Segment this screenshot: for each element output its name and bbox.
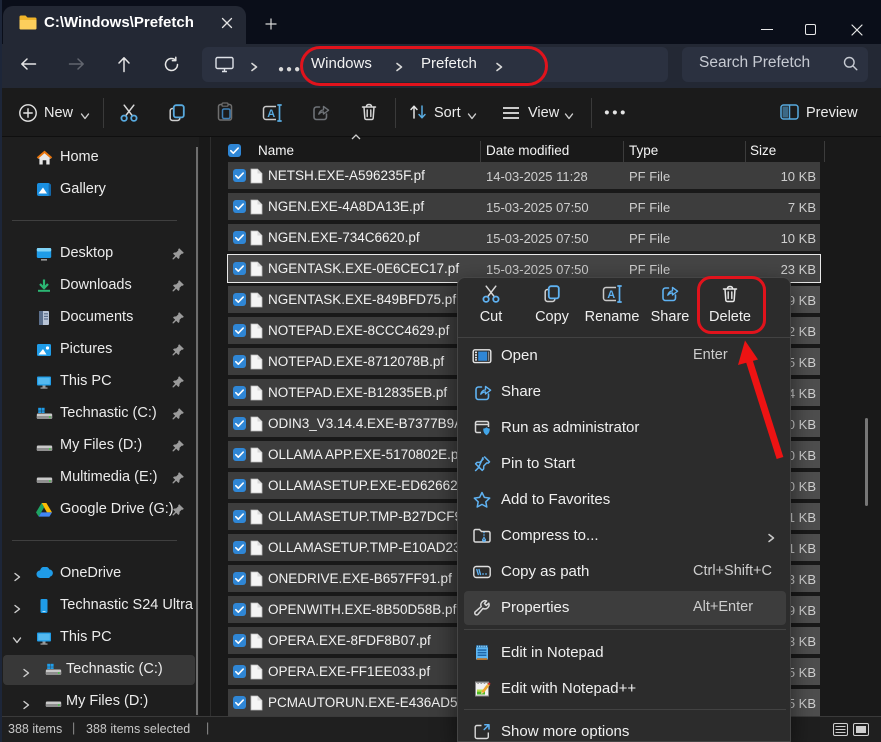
- svg-text:A: A: [607, 289, 615, 301]
- svg-text:A: A: [267, 108, 275, 120]
